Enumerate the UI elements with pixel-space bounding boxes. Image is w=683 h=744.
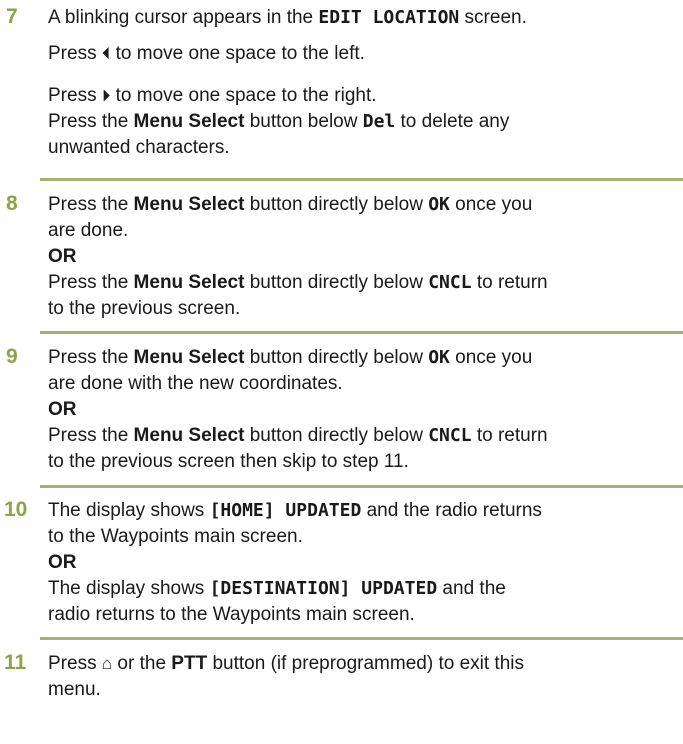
step-line: Press ⌂ or the PTT button (if preprogram… (48, 651, 677, 677)
text: button (if preprogrammed) to exit this (207, 653, 524, 674)
lcd-text: Del (362, 111, 396, 132)
menu-select-label: Menu Select (133, 425, 245, 446)
step-number: 9 (6, 345, 18, 368)
text: button directly below (244, 194, 429, 215)
step-text: Press ⌂ or the PTT button (if preprogram… (48, 651, 677, 703)
menu-select-label: Menu Select (133, 347, 245, 368)
text: Press the (48, 111, 134, 132)
step-line: A blinking cursor appears in the EDIT LO… (48, 5, 677, 31)
text: button directly below (244, 347, 429, 368)
step-text: The display shows [HOME] UPDATED and the… (48, 498, 677, 628)
step-line: radio returns to the Waypoints main scre… (48, 604, 415, 625)
step-line: Press the Menu Select button directly be… (48, 423, 677, 449)
step-number: 7 (6, 5, 18, 28)
step-line: to the Waypoints main screen. (48, 526, 303, 547)
step-line: are done with the new coordinates. (48, 373, 343, 394)
lcd-text: EDIT LOCATION (318, 7, 460, 28)
menu-select-label: Menu Select (133, 111, 245, 132)
text: Press the (48, 194, 134, 215)
lcd-text: CNCL (428, 272, 472, 293)
step-line: Press the Menu Select button directly be… (48, 345, 677, 371)
divider (40, 331, 683, 334)
text: screen. (459, 7, 527, 28)
text: The display shows (48, 578, 210, 599)
text: to move one space to the left. (110, 43, 365, 64)
step-text: A blinking cursor appears in the EDIT LO… (48, 5, 677, 161)
lcd-text: OK (428, 194, 450, 215)
step-line: Press the Menu Select button below Del t… (48, 109, 677, 135)
step-number: 10 (4, 498, 28, 521)
step-text: Press the Menu Select button directly be… (48, 192, 677, 322)
step-line: are done. (48, 220, 129, 241)
or-label: OR (48, 552, 77, 573)
text: once you (449, 347, 533, 368)
step-text: Press the Menu Select button directly be… (48, 345, 677, 475)
step-line: The display shows [HOME] UPDATED and the… (48, 498, 677, 524)
step-line: Press ⏵ to move one space to the right. (48, 83, 677, 109)
text: Press (48, 653, 102, 674)
divider (40, 637, 683, 640)
step-line: to the previous screen. (48, 298, 241, 319)
ptt-label: PTT (171, 653, 208, 674)
lcd-text: CNCL (428, 425, 472, 446)
step-line: unwanted characters. (48, 137, 230, 158)
or-label: OR (48, 246, 77, 267)
divider (40, 178, 683, 181)
text: Press the (48, 347, 134, 368)
text: Press the (48, 272, 134, 293)
text: to move one space to the right. (110, 85, 377, 106)
instruction-page: 7 A blinking cursor appears in the EDIT … (0, 0, 683, 744)
text: and the (437, 578, 506, 599)
step-line: to the previous screen then skip to step… (48, 451, 409, 472)
text: button directly below (244, 272, 429, 293)
step-number: 8 (6, 192, 18, 215)
home-icon: ⌂ (101, 654, 113, 673)
text: to return (471, 425, 548, 446)
lcd-text: [HOME] UPDATED (209, 500, 362, 521)
text: to return (471, 272, 548, 293)
lcd-text: OK (428, 347, 450, 368)
step-line: menu. (48, 679, 101, 700)
step-line: The display shows [DESTINATION] UPDATED … (48, 576, 677, 602)
menu-select-label: Menu Select (133, 194, 245, 215)
text: A blinking cursor appears in the (48, 7, 319, 28)
text: Press (48, 85, 102, 106)
text: and the radio returns (361, 500, 542, 521)
divider (40, 485, 683, 488)
text: Press the (48, 425, 134, 446)
text: or the (112, 653, 172, 674)
or-label: OR (48, 399, 77, 420)
text: button directly below (244, 425, 429, 446)
text: once you (449, 194, 533, 215)
text: to delete any (395, 111, 510, 132)
step-line: Press the Menu Select button directly be… (48, 192, 677, 218)
step-number: 11 (4, 651, 27, 674)
lcd-text: [DESTINATION] UPDATED (209, 578, 438, 599)
text: Press (48, 43, 102, 64)
step-line: Press the Menu Select button directly be… (48, 270, 677, 296)
text: The display shows (48, 500, 210, 521)
text: button below (244, 111, 363, 132)
step-line: Press ⏴ to move one space to the left. (48, 41, 677, 67)
menu-select-label: Menu Select (133, 272, 245, 293)
